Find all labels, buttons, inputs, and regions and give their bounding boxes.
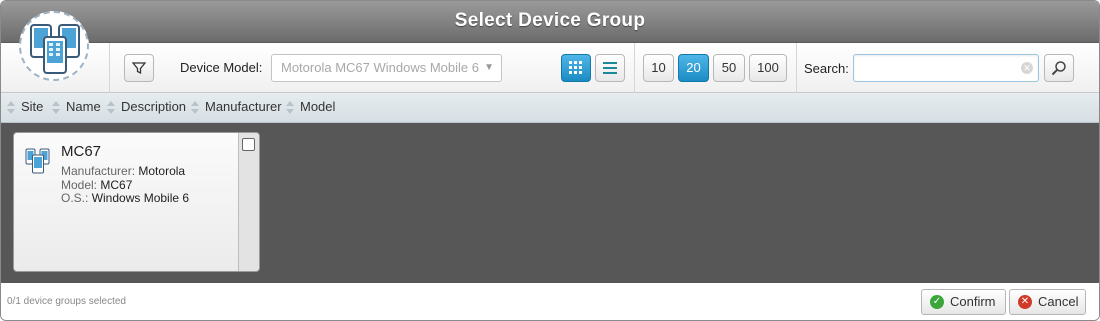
page-size-10-button[interactable]: 10 <box>643 54 674 82</box>
search-input[interactable]: ✕ <box>853 54 1039 82</box>
sort-model[interactable]: Model <box>285 93 345 123</box>
toolbar-divider <box>796 43 797 93</box>
filter-button[interactable] <box>124 54 154 82</box>
card-model: Model: MC67 <box>61 178 133 192</box>
filter-icon <box>131 62 147 75</box>
search-button[interactable] <box>1044 54 1074 82</box>
grid-view-button[interactable] <box>561 54 591 82</box>
cancel-button[interactable]: ✕ Cancel <box>1009 289 1086 315</box>
sort-arrows-icon <box>51 99 61 117</box>
device-group-card[interactable]: MC67 Manufacturer: Motorola Model: MC67 … <box>13 132 260 272</box>
list-view-button[interactable] <box>595 54 625 82</box>
dialog-footer: 0/1 device groups selected ✓ Confirm ✕ C… <box>1 283 1099 320</box>
mobile-devices-icon <box>30 24 80 74</box>
toolbar-divider <box>109 43 110 93</box>
page-size-100-button[interactable]: 100 <box>749 54 787 82</box>
dialog-titlebar: Select Device Group <box>1 1 1099 43</box>
device-model-label: Device Model: <box>180 60 263 75</box>
selection-status: 0/1 device groups selected <box>7 296 126 307</box>
search-label: Search: <box>804 61 849 76</box>
toolbar: Device Model: Motorola MC67 Windows Mobi… <box>1 43 1099 93</box>
close-icon: ✕ <box>1018 295 1032 309</box>
dialog-title: Select Device Group <box>454 10 646 31</box>
page-size-50-button[interactable]: 50 <box>713 54 745 82</box>
clear-search-icon[interactable]: ✕ <box>1021 62 1033 74</box>
card-select-checkbox[interactable] <box>242 138 255 151</box>
sort-description[interactable]: Description <box>106 93 186 123</box>
search-icon <box>1051 61 1066 76</box>
chevron-down-icon: ▼ <box>484 62 494 73</box>
sort-arrows-icon <box>285 99 295 117</box>
list-view-icon <box>603 62 617 74</box>
mobile-devices-icon <box>25 148 50 174</box>
sort-manufacturer[interactable]: Manufacturer <box>190 93 282 123</box>
column-sort-bar: Site Name Description Manufacturer Model <box>1 93 1099 123</box>
select-device-group-dialog: Select Device Group Device Model: Motoro… <box>0 0 1100 321</box>
sort-site[interactable]: Site <box>6 93 46 123</box>
card-select-strip[interactable] <box>238 133 259 271</box>
device-model-select[interactable]: Motorola MC67 Windows Mobile 6 ▼ <box>271 54 502 82</box>
device-group-logo <box>19 11 89 81</box>
card-manufacturer: Manufacturer: Motorola <box>61 164 186 178</box>
device-model-value: Motorola MC67 Windows Mobile 6 <box>281 60 479 75</box>
toolbar-divider <box>634 43 635 93</box>
check-icon: ✓ <box>930 295 944 309</box>
sort-arrows-icon <box>106 99 116 117</box>
card-os: O.S.: Windows Mobile 6 <box>61 191 190 205</box>
card-title: MC67 <box>61 143 102 160</box>
sort-name[interactable]: Name <box>51 93 101 123</box>
confirm-button[interactable]: ✓ Confirm <box>921 289 1006 315</box>
sort-arrows-icon <box>190 99 200 117</box>
sort-arrows-icon <box>6 99 16 117</box>
grid-view-icon <box>569 61 582 74</box>
page-size-20-button[interactable]: 20 <box>678 54 709 82</box>
device-group-grid: MC67 Manufacturer: Motorola Model: MC67 … <box>1 123 1099 283</box>
